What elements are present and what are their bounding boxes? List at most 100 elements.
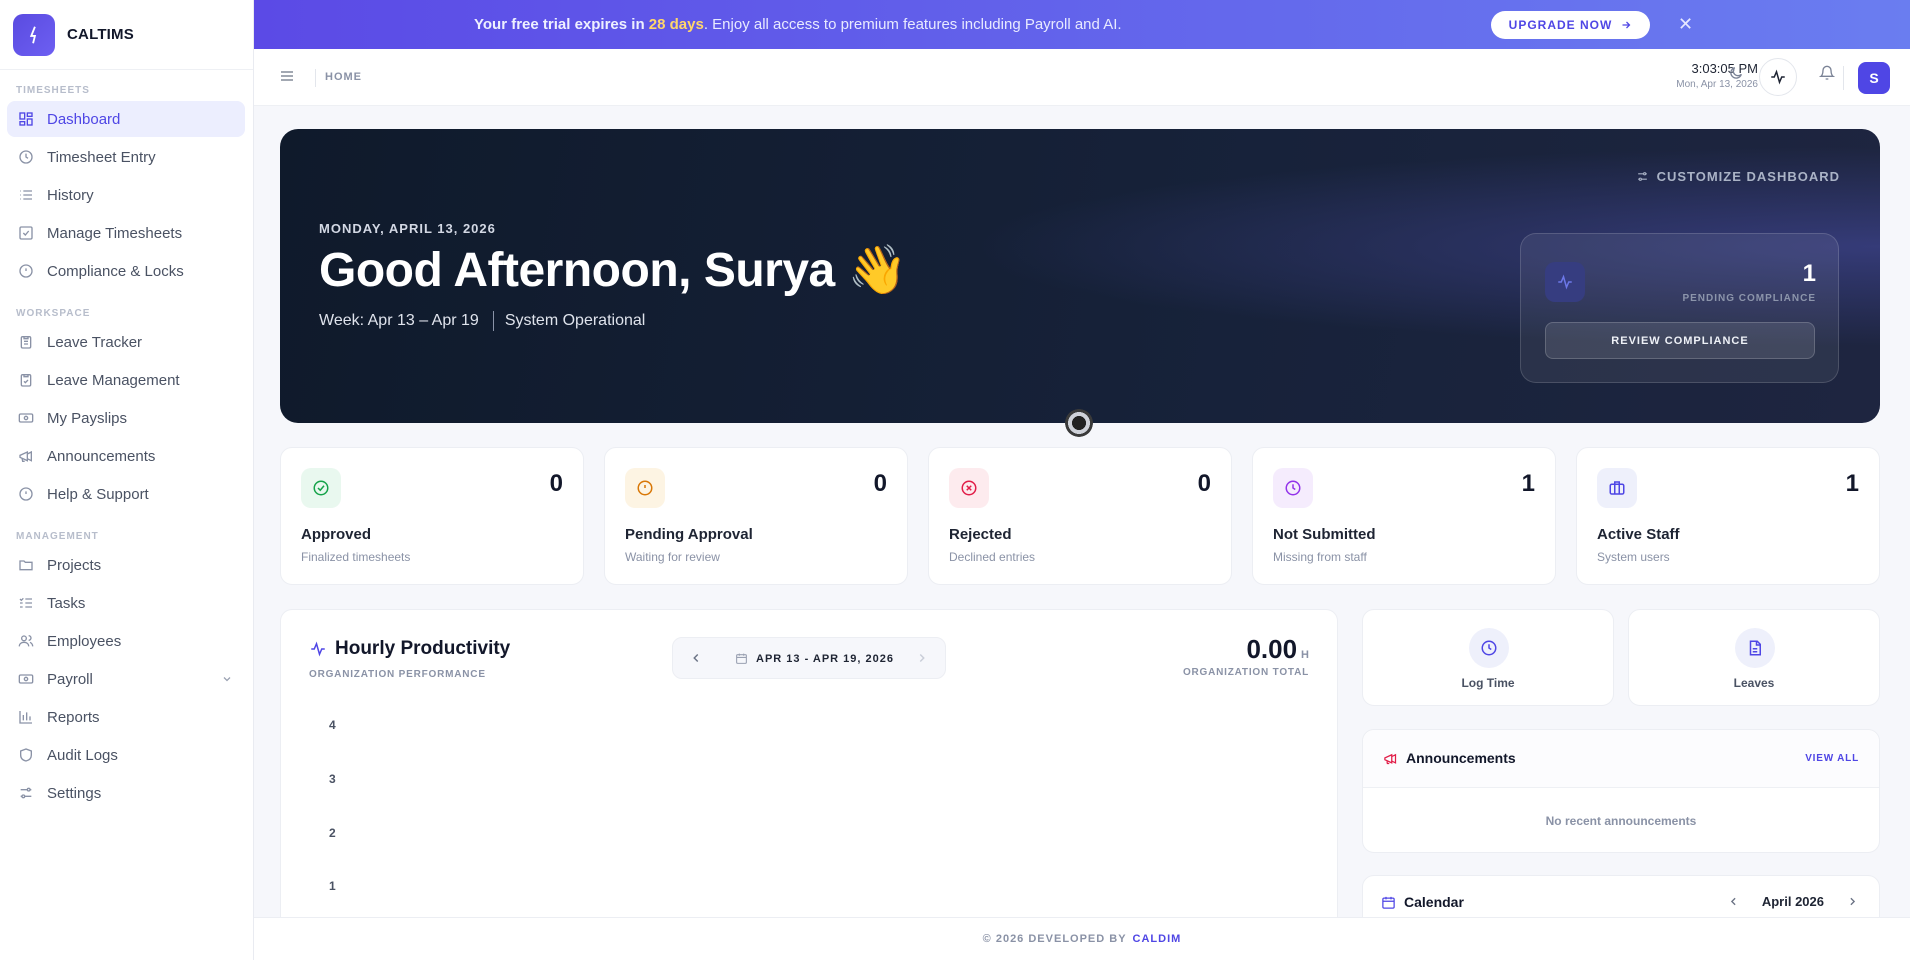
stat-title: Not Submitted (1273, 526, 1376, 543)
sidebar-item-label: My Payslips (47, 409, 128, 427)
quick-action-label: Log Time (1461, 676, 1515, 690)
footer-text: © 2026 DEVELOPED BY (982, 933, 1127, 945)
sidebar-item-dashboard[interactable]: Dashboard (7, 101, 245, 137)
sidebar-item-audit-logs[interactable]: Audit Logs (7, 737, 245, 773)
pending-compliance-label: PENDING COMPLIANCE (1682, 293, 1816, 304)
stat-value: 0 (873, 470, 887, 497)
sidebar-item-compliance-locks[interactable]: Compliance & Locks (7, 253, 245, 289)
sidebar-item-history[interactable]: History (7, 177, 245, 213)
leaves-button[interactable]: Leaves (1628, 609, 1880, 706)
review-compliance-button[interactable]: REVIEW COMPLIANCE (1545, 322, 1815, 359)
sidebar-item-label: Audit Logs (47, 746, 118, 764)
clipboard-icon (17, 333, 35, 351)
chevron-left-icon[interactable] (1727, 895, 1740, 908)
footer-brand-link[interactable]: CALDIM (1133, 933, 1182, 945)
customize-dashboard-button[interactable]: CUSTOMIZE DASHBOARD (1636, 169, 1840, 184)
total-unit: H (1301, 649, 1309, 661)
view-all-link[interactable]: VIEW ALL (1805, 753, 1859, 764)
sidebar-item-my-payslips[interactable]: My Payslips (7, 400, 245, 436)
stat-card-rejected[interactable]: 0 Rejected Declined entries (928, 447, 1232, 585)
stat-subtitle: Declined entries (949, 550, 1036, 564)
sidebar-item-leave-tracker[interactable]: Leave Tracker (7, 324, 245, 360)
clipboard-check-icon (17, 371, 35, 389)
chevron-left-icon[interactable] (689, 651, 703, 665)
stat-subtitle: Waiting for review (625, 550, 720, 564)
upgrade-now-button[interactable]: UPGRADE NOW (1491, 11, 1650, 39)
avatar[interactable]: S (1858, 62, 1890, 94)
sidebar-item-settings[interactable]: Settings (7, 775, 245, 811)
chevron-right-icon[interactable] (1846, 895, 1859, 908)
top-bar: HOME 3:03:05 PM Mon, Apr 13, 2026 S (254, 49, 1910, 106)
sidebar-item-tasks[interactable]: Tasks (7, 585, 245, 621)
divider (1843, 66, 1844, 90)
breadcrumb[interactable]: HOME (325, 71, 362, 83)
stat-card-not-submitted[interactable]: 1 Not Submitted Missing from staff (1252, 447, 1556, 585)
stat-card-approved[interactable]: 0 Approved Finalized timesheets (280, 447, 584, 585)
clock-icon (17, 148, 35, 166)
organization-total: 0.00 H ORGANIZATION TOTAL (1183, 634, 1309, 678)
bell-icon[interactable] (1819, 65, 1835, 81)
trial-message: Your free trial expires in 28 days. Enjo… (474, 16, 1122, 33)
y-tick: 1 (329, 879, 336, 893)
calendar-month: April 2026 (1761, 894, 1824, 909)
sidebar-item-reports[interactable]: Reports (7, 699, 245, 735)
stat-value: 1 (1521, 470, 1535, 497)
panel-subtitle: ORGANIZATION PERFORMANCE (309, 669, 486, 680)
calendar-nav: April 2026 (1727, 894, 1859, 909)
chevron-right-icon[interactable] (915, 651, 929, 665)
sidebar-item-label: Settings (47, 784, 102, 802)
quick-action-label: Leaves (1733, 676, 1775, 690)
sidebar-item-announcements[interactable]: Announcements (7, 438, 245, 474)
section-workspace: WORKSPACE (16, 308, 91, 319)
section-timesheets: TIMESHEETS (16, 85, 90, 96)
sidebar-item-payroll[interactable]: Payroll (7, 661, 245, 697)
close-icon[interactable]: ✕ (1678, 14, 1693, 35)
calendar-icon (1381, 895, 1396, 910)
announcements-title-text: Announcements (1406, 750, 1516, 766)
stat-title: Active Staff (1597, 526, 1680, 543)
y-tick: 4 (329, 718, 336, 732)
sidebar-item-label: Help & Support (47, 485, 149, 503)
stat-subtitle: Finalized timesheets (301, 550, 411, 564)
sidebar-item-leave-management[interactable]: Leave Management (7, 362, 245, 398)
clock-icon (1273, 468, 1313, 508)
y-tick: 3 (329, 772, 336, 786)
date-range-picker[interactable]: APR 13 - APR 19, 2026 (672, 637, 946, 679)
arrow-right-icon (1620, 19, 1632, 31)
help-circle-icon (17, 485, 35, 503)
stat-card-active-staff[interactable]: 1 Active Staff System users (1576, 447, 1880, 585)
app-logo (13, 13, 55, 56)
alert-circle-icon (625, 468, 665, 508)
sidebar-item-help-support[interactable]: Help & Support (7, 476, 245, 512)
chevron-down-icon[interactable] (221, 673, 233, 685)
sidebar-item-employees[interactable]: Employees (7, 623, 245, 659)
sidebar-item-label: Compliance & Locks (47, 262, 184, 280)
hero-meta: Week: Apr 13 – Apr 19 System Operational (319, 311, 645, 331)
total-label: ORGANIZATION TOTAL (1182, 667, 1309, 678)
stat-card-pending-approval[interactable]: 0 Pending Approval Waiting for review (604, 447, 908, 585)
stat-value: 0 (549, 470, 563, 497)
file-icon (1735, 628, 1775, 668)
sidebar-item-label: History (47, 186, 94, 204)
calendar-icon (735, 652, 748, 665)
task-list-icon (17, 594, 35, 612)
section-management: MANAGEMENT (16, 531, 99, 542)
stat-subtitle: System users (1597, 550, 1670, 564)
sidebar-item-projects[interactable]: Projects (7, 547, 245, 583)
menu-icon[interactable] (279, 68, 295, 84)
stat-value: 1 (1845, 470, 1859, 497)
date-range-text: APR 13 - APR 19, 2026 (756, 652, 894, 665)
week-range: Week: Apr 13 – Apr 19 (319, 312, 479, 329)
trial-banner: Your free trial expires in 28 days. Enjo… (254, 0, 1910, 49)
brand[interactable]: CALTIMS (0, 0, 253, 70)
x-circle-icon (949, 468, 989, 508)
activity-button[interactable] (1759, 58, 1797, 96)
trial-prefix: Your free trial expires in (474, 16, 649, 33)
log-time-button[interactable]: Log Time (1362, 609, 1614, 706)
panel-title: Hourly Productivity (309, 638, 510, 660)
check-circle-icon (301, 468, 341, 508)
moon-icon[interactable] (1728, 65, 1744, 81)
sidebar-item-manage-timesheets[interactable]: Manage Timesheets (7, 215, 245, 251)
system-status: System Operational (504, 312, 646, 329)
sidebar-item-timesheet-entry[interactable]: Timesheet Entry (7, 139, 245, 175)
